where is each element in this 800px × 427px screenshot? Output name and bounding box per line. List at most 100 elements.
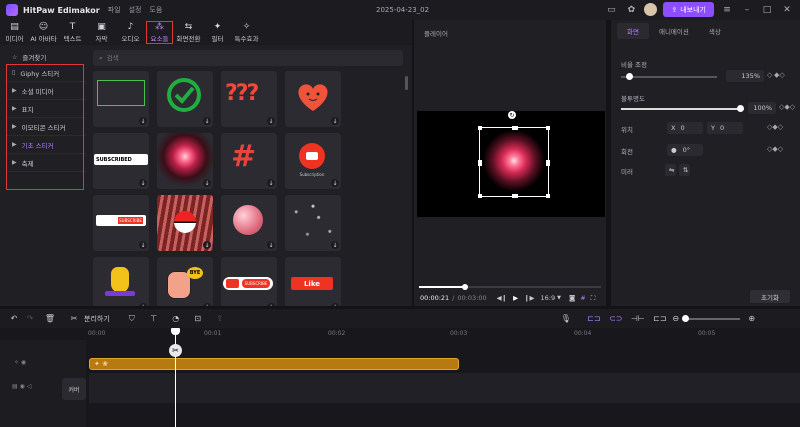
selection-box[interactable] <box>478 126 550 198</box>
scale-value[interactable]: 135% <box>726 70 764 82</box>
microphone-icon[interactable]: 🎙 <box>558 311 574 327</box>
tab-color[interactable]: 색상 <box>699 23 731 39</box>
aspect-ratio-select[interactable]: 16:9 <box>541 294 556 302</box>
download-icon[interactable]: ↓ <box>139 303 147 306</box>
download-icon[interactable]: ↓ <box>203 241 211 249</box>
sparkles-sticker[interactable]: ↓ <box>285 195 341 251</box>
ripple-icon[interactable]: ⊏⊐ <box>652 311 668 327</box>
tab-elements[interactable]: ⁂ 요소들 <box>145 20 174 45</box>
tab-text[interactable]: T 텍스트 <box>58 20 87 45</box>
like-sticker[interactable]: Like ↓ <box>285 257 341 306</box>
seek-bar[interactable] <box>419 284 601 290</box>
category-festival[interactable]: ▶ 축제 <box>6 154 86 172</box>
download-icon[interactable]: ↓ <box>203 117 211 125</box>
download-icon[interactable]: ↓ <box>203 179 211 187</box>
chevron-down-icon[interactable]: ▼ <box>557 295 561 301</box>
download-icon[interactable]: ↓ <box>139 117 147 125</box>
opacity-slider[interactable] <box>621 105 744 112</box>
position-x-field[interactable]: X0 <box>667 122 703 134</box>
heart-face-sticker[interactable]: ↓ <box>285 71 341 127</box>
keyframe-icon[interactable]: ◇◆◇ <box>767 145 783 153</box>
youtube-subscribe-bar-sticker[interactable]: SUBSCRIBE ↓ <box>221 257 277 306</box>
download-icon[interactable]: ↓ <box>267 179 275 187</box>
play-icon[interactable]: ▶ <box>513 294 518 302</box>
zoom-in-icon[interactable]: ⊕ <box>744 311 760 327</box>
split-button[interactable]: 분리하기 <box>84 314 110 324</box>
subscribed-sticker[interactable]: SUBSCRIBED ↓ <box>93 133 149 189</box>
main-track[interactable] <box>89 373 800 403</box>
gift-icon[interactable]: ✿ <box>624 3 638 17</box>
subscribe-button-sticker[interactable]: SUBSCRIBE ↓ <box>93 195 149 251</box>
resize-handle[interactable] <box>478 194 482 198</box>
position-y-field[interactable]: Y0 <box>707 122 743 134</box>
delete-icon[interactable]: 🗑 <box>42 311 58 327</box>
close-icon[interactable]: ✕ <box>780 3 794 17</box>
pokeball-sticker[interactable]: ↓ <box>157 195 213 251</box>
menu-file[interactable]: 파일 <box>108 5 121 15</box>
resize-handle[interactable] <box>478 160 482 166</box>
link-icon[interactable]: ⊏⊐ <box>586 311 602 327</box>
hamburger-icon[interactable]: ≡ <box>720 3 734 17</box>
download-icon[interactable]: ↓ <box>139 179 147 187</box>
keyframe-icon[interactable]: ◇ <box>767 71 772 79</box>
main-track-icons[interactable]: ▤ ◉ ◁ <box>12 383 31 390</box>
youtube-subscribe-sticker[interactable]: Subscription ↓ <box>285 133 341 189</box>
rotate-field[interactable]: ● 0° <box>667 144 703 156</box>
monitor-icon[interactable]: ▭ <box>604 3 618 17</box>
playhead-knob[interactable] <box>171 328 180 335</box>
download-icon[interactable]: ↓ <box>331 117 339 125</box>
banana-sticker[interactable]: ↓ <box>93 257 149 306</box>
download-icon[interactable]: ↓ <box>331 241 339 249</box>
playhead[interactable] <box>175 328 176 427</box>
tab-subtitle[interactable]: ▣ 자막 <box>87 20 116 45</box>
scale-slider[interactable] <box>621 73 717 80</box>
search-input[interactable] <box>106 54 307 62</box>
tab-filter[interactable]: ✦ 필터 <box>203 20 232 45</box>
sticker-clip[interactable]: ✦ ❀ <box>89 358 459 370</box>
pink-ball-sticker[interactable]: ↓ <box>221 195 277 251</box>
tab-ai-avatar[interactable]: ☺ AI 아바타 <box>29 20 58 45</box>
download-icon[interactable]: ↓ <box>267 241 275 249</box>
zoom-slider[interactable] <box>681 314 740 322</box>
next-frame-icon[interactable]: ❙▶ <box>524 294 534 302</box>
opacity-knob[interactable] <box>737 105 744 112</box>
resize-handle[interactable] <box>512 126 518 130</box>
speed-icon[interactable]: ◔ <box>168 311 184 327</box>
resize-handle[interactable] <box>512 194 518 198</box>
export-button[interactable]: ⇪ 내보내기 <box>663 2 714 17</box>
undo-icon[interactable]: ↶ <box>6 311 22 327</box>
reset-button[interactable]: 초기화 <box>750 290 790 303</box>
pink-glow-sticker[interactable]: ↓ <box>157 133 213 189</box>
resize-handle[interactable] <box>478 126 482 130</box>
export-clip-icon[interactable]: ⇪ <box>212 311 228 327</box>
tab-effects[interactable]: ✧ 특수효과 <box>232 20 261 45</box>
menu-help[interactable]: 도움 <box>149 5 162 15</box>
prev-frame-icon[interactable]: ◀❙ <box>497 294 507 302</box>
tab-media[interactable]: ▤ 미디어 <box>0 20 29 45</box>
zoom-knob[interactable] <box>681 314 689 322</box>
resize-handle[interactable] <box>546 160 550 166</box>
keyframe-icon[interactable]: ◆◇ <box>774 71 785 79</box>
category-cover[interactable]: ▶ 표지 <box>6 100 86 118</box>
cover-button[interactable]: 커버 <box>62 378 86 400</box>
preview-canvas[interactable] <box>417 111 605 217</box>
scale-knob[interactable] <box>625 73 633 80</box>
tab-audio[interactable]: ♪ 오디오 <box>116 20 145 45</box>
scrollbar[interactable] <box>405 76 408 90</box>
download-icon[interactable]: ↓ <box>267 117 275 125</box>
hash-sticker[interactable]: # ↓ <box>221 133 277 189</box>
category-emoticon[interactable]: ▶ 이모티콘 스티커 <box>6 118 86 136</box>
download-icon[interactable]: ↓ <box>331 303 339 306</box>
scissors-icon[interactable]: ✂ <box>169 344 182 357</box>
tab-transition[interactable]: ⇆ 화면전환 <box>174 20 203 45</box>
menu-settings[interactable]: 설정 <box>129 5 142 15</box>
effect-track-icon[interactable]: ✧ ◉ <box>14 359 26 366</box>
category-giphy[interactable]: ▯ Giphy 스티커 <box>6 64 86 82</box>
seek-knob[interactable] <box>461 284 468 290</box>
maximize-icon[interactable]: □ <box>760 3 774 17</box>
flip-horizontal-icon[interactable]: ⇋ <box>665 164 676 176</box>
scissors-icon[interactable]: ✂ <box>66 311 82 327</box>
tab-animation[interactable]: 애니메이션 <box>649 23 699 39</box>
category-basic-stickers[interactable]: ▶ 기초 스티커 <box>6 136 86 154</box>
opacity-value[interactable]: 100% <box>748 102 776 114</box>
